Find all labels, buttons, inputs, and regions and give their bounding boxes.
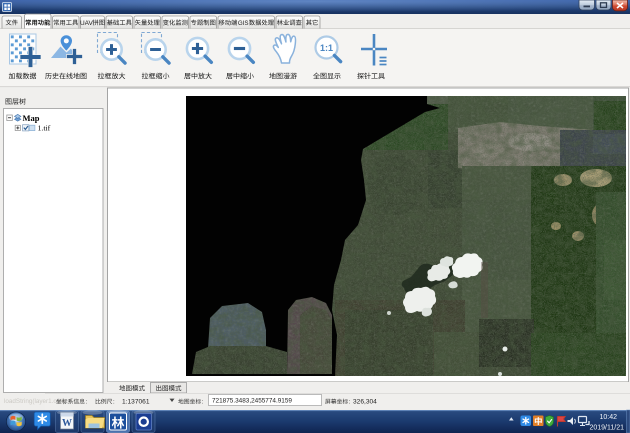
svg-text:W: W xyxy=(62,418,72,429)
svg-text:1:137061: 1:137061 xyxy=(122,398,150,405)
svg-text:721875.3483,2455774.9159: 721875.3483,2455774.9159 xyxy=(212,398,292,405)
svg-text:2019/11/21: 2019/11/21 xyxy=(589,425,624,432)
svg-text:loadString(layer1.owl): loadString(layer1.owl) xyxy=(4,398,65,405)
svg-text:1:1: 1:1 xyxy=(320,43,333,53)
svg-text:10:42: 10:42 xyxy=(599,414,617,421)
svg-text:1.tif: 1.tif xyxy=(38,124,51,133)
svg-text:326,304: 326,304 xyxy=(353,398,377,405)
svg-text:Map: Map xyxy=(23,113,40,123)
svg-text:GIS: GIS xyxy=(238,20,249,27)
svg-text:UAV: UAV xyxy=(80,20,94,27)
